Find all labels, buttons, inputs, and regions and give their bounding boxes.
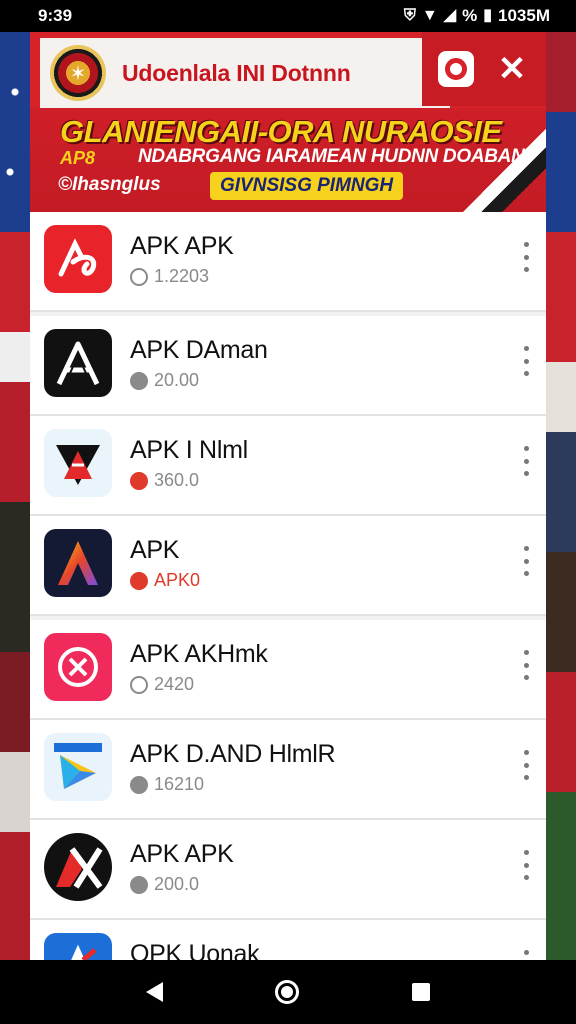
play-store-app-icon[interactable] — [44, 733, 112, 801]
more-options-icon[interactable] — [520, 750, 532, 780]
app-name: APK AKHmk — [130, 640, 268, 668]
battery-percent: % — [462, 6, 478, 25]
shield-icon — [130, 471, 148, 490]
list-item[interactable]: APK APK0 — [30, 516, 546, 616]
app-meta-text: 2420 — [154, 674, 195, 694]
app-meta-text: 16210 — [154, 774, 205, 794]
clock-icon — [130, 267, 148, 286]
app-meta-text: 200.0 — [154, 874, 200, 894]
app-name: APK DAman — [130, 336, 268, 364]
camera-icon — [445, 58, 467, 80]
app-meta-text: 20.00 — [154, 370, 200, 390]
app-meta: 2420 — [130, 674, 194, 695]
more-options-icon[interactable] — [520, 346, 532, 376]
list-item[interactable]: APK D.AND HlmlR 16210 — [30, 720, 546, 820]
banner-brand: ©Ihasnglus — [58, 174, 161, 195]
more-options-icon[interactable] — [520, 546, 532, 576]
camera-button[interactable] — [438, 51, 474, 87]
app-list[interactable]: APK APK 1.2203 APK DAman 20.00 APK I Nlm… — [30, 212, 546, 960]
status-bar: 9:39 ⛨ ▼ ◢ % ▮ 1035M — [0, 0, 576, 32]
app-meta: 200.0 — [130, 874, 199, 895]
background-left-strip — [0, 32, 34, 962]
gradient-a-app-icon[interactable] — [44, 529, 112, 597]
list-item[interactable]: APK I Nlml 360.0 — [30, 416, 546, 516]
clock-icon — [130, 675, 148, 694]
list-item[interactable]: APK APK 1.2203 — [30, 212, 546, 312]
triangle-a-app-icon[interactable] — [44, 429, 112, 497]
more-options-icon[interactable] — [520, 446, 532, 476]
banner-title: GLANIENGAII-ORA NURAOSIE — [60, 114, 502, 149]
app-meta: APK0 — [130, 570, 200, 591]
red-shield-icon — [130, 571, 148, 590]
app-meta: 20.00 — [130, 370, 199, 391]
app-meta: 360.0 — [130, 470, 199, 491]
red-scribble-app-icon[interactable] — [44, 225, 112, 293]
clock-icon — [130, 875, 148, 894]
close-icon[interactable]: ✕ — [494, 51, 530, 87]
back-icon[interactable] — [146, 982, 164, 1002]
banner-pill: GIVNSISG PIMNGH — [210, 172, 404, 200]
wifi-icon: ▼ — [421, 7, 438, 24]
list-item[interactable]: APK DAman 20.00 — [30, 316, 546, 416]
app-meta-text: APK0 — [154, 570, 201, 590]
list-item[interactable]: APK APK 200.0 — [30, 820, 546, 920]
more-options-icon[interactable] — [520, 650, 532, 680]
status-clock-right: 1035M — [498, 6, 550, 25]
list-item[interactable]: APK AKHmk 2420 — [30, 620, 546, 720]
list-item[interactable]: OPK Uonak — [30, 920, 546, 960]
app-name: OPK Uonak — [130, 940, 260, 960]
app-name: APK D.AND HlmlR — [130, 740, 336, 768]
banner-subtitle: NDABRGANG IARAMEAN HUDNN DOABAN — [138, 146, 525, 167]
header-title-bar: ✶ Udoenlala INI Dotnnn — [40, 38, 450, 108]
header-title: Udoenlala INI Dotnnn — [122, 59, 351, 86]
blue-a-app-icon[interactable] — [44, 933, 112, 960]
more-options-icon[interactable] — [520, 950, 532, 960]
clock-icon — [130, 775, 148, 794]
signal-icon: ◢ — [443, 7, 457, 24]
header-banner: ✶ Udoenlala INI Dotnnn ✕ GLANIENGAII-ORA… — [30, 32, 546, 212]
clock-icon — [130, 371, 148, 390]
header-actions: ✕ — [422, 32, 546, 106]
shield-status-icon: ⛨ — [403, 7, 416, 24]
app-name: APK APK — [130, 840, 234, 868]
app-name: APK APK — [130, 232, 234, 260]
emblem-logo-icon: ✶ — [50, 45, 106, 101]
status-icons: ⛨ ▼ ◢ % ▮ 1035M — [404, 6, 550, 26]
battery-icon: ▮ — [483, 7, 493, 24]
pink-circle-app-icon[interactable] — [44, 633, 112, 701]
app-name: APK I Nlml — [130, 436, 248, 464]
app-meta-text: 360.0 — [154, 470, 200, 490]
navigation-bar — [0, 960, 576, 1024]
black-ax-app-icon[interactable] — [44, 833, 112, 901]
app-meta-text: 1.2203 — [154, 266, 210, 286]
app-meta: 16210 — [130, 774, 204, 795]
home-icon[interactable] — [275, 980, 300, 1004]
app-name: APK — [130, 536, 180, 564]
black-a-app-icon[interactable] — [44, 329, 112, 397]
more-options-icon[interactable] — [520, 242, 532, 272]
banner-tag: AP8 — [60, 148, 96, 168]
status-time: 9:39 — [38, 6, 73, 25]
app-meta: 1.2203 — [130, 266, 209, 287]
recent-apps-icon[interactable] — [411, 983, 430, 1001]
more-options-icon[interactable] — [520, 850, 532, 880]
background-right-strip — [546, 32, 576, 962]
